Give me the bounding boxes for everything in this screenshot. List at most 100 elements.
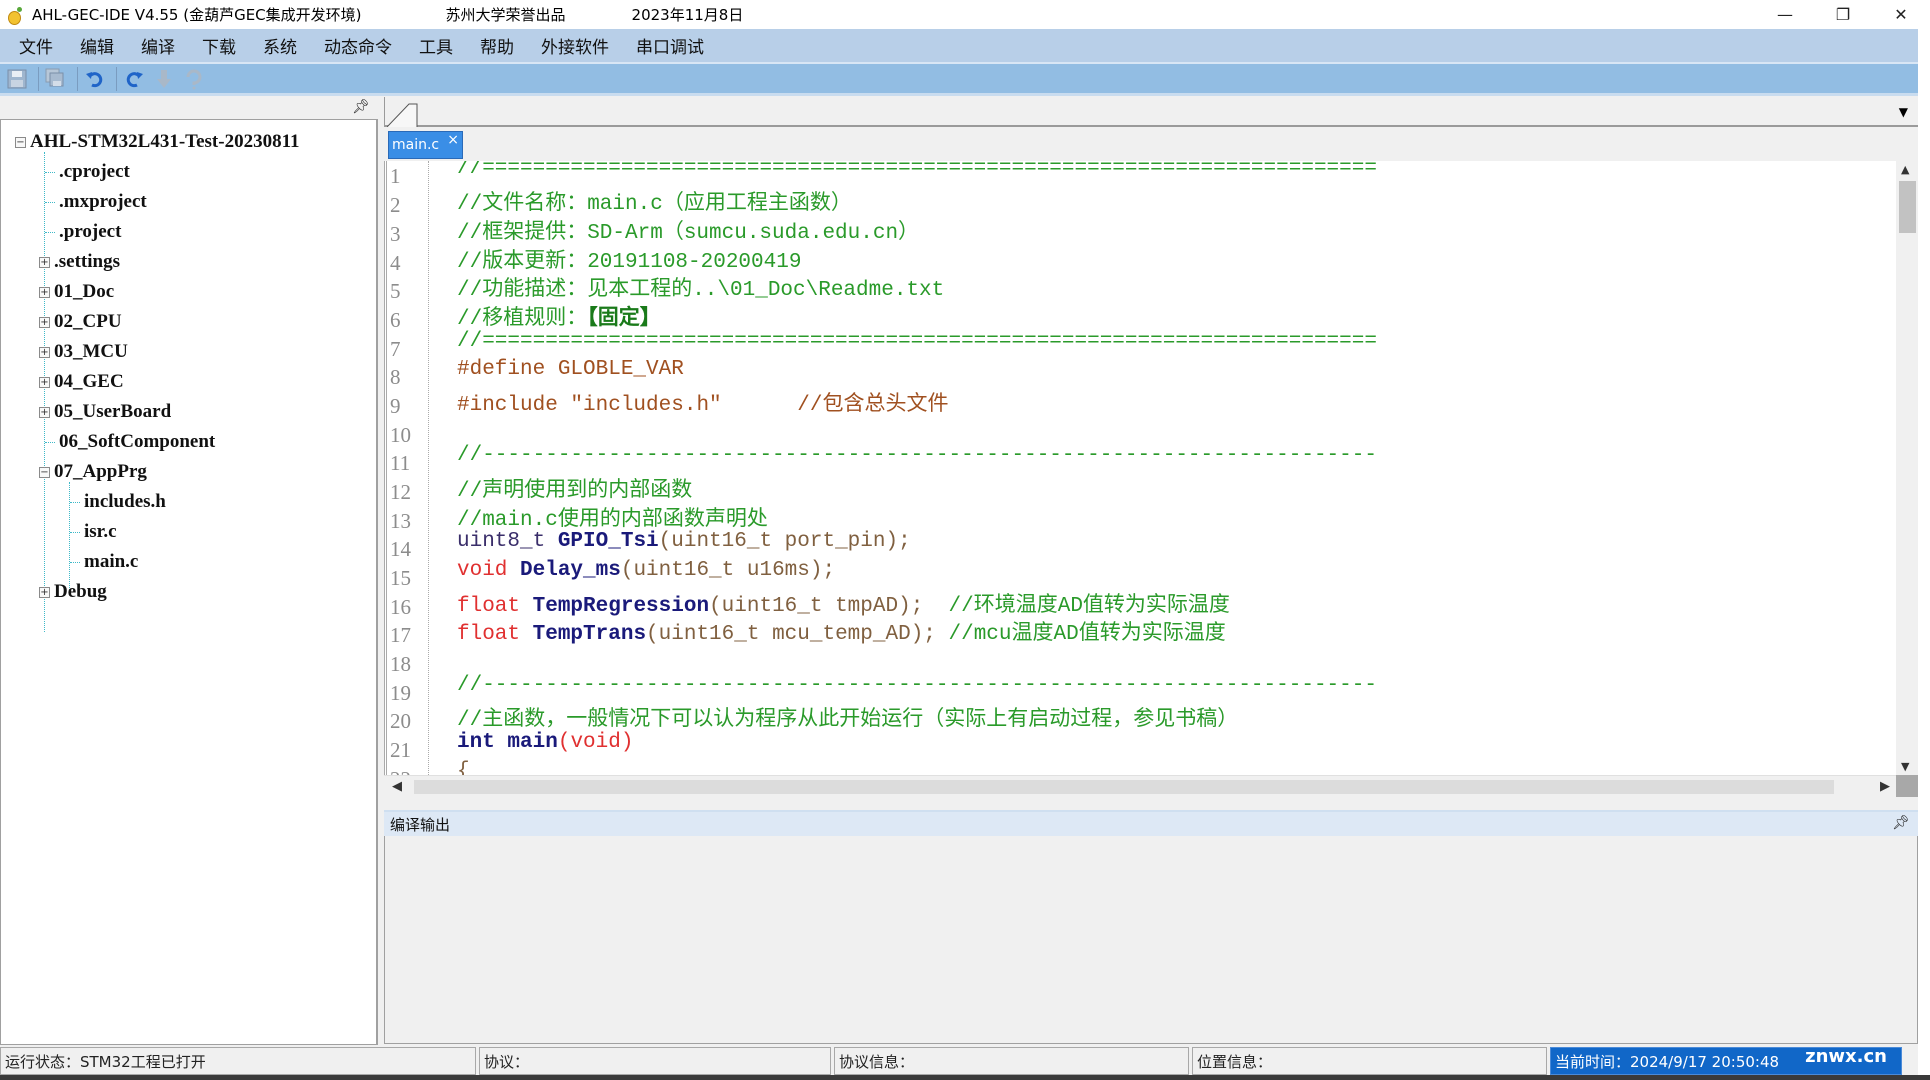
menu-file[interactable]: 文件: [19, 33, 53, 58]
menu-edit[interactable]: 编辑: [80, 33, 114, 58]
menu-compile[interactable]: 编译: [141, 33, 175, 58]
collapse-icon[interactable]: −: [39, 466, 50, 478]
tree-item[interactable]: .cproject: [45, 158, 130, 186]
expand-icon[interactable]: +: [39, 406, 50, 418]
params-token: (uint16_t mcu_temp_AD);: [646, 623, 949, 646]
tree-item[interactable]: 06_SoftComponent: [45, 428, 215, 456]
toolbar-separator: [116, 66, 117, 91]
code-line-5: //功能描述：见本工程的..\01_Doc\Readme.txt: [457, 279, 945, 302]
tree-root-label: AHL-STM32L431-Test-20230811: [30, 131, 300, 152]
scroll-left-icon[interactable]: ◀: [392, 779, 402, 794]
tree-item[interactable]: + 01_Doc: [39, 278, 114, 306]
tree-item[interactable]: + Debug: [39, 578, 107, 606]
line-number: 3: [390, 222, 401, 246]
tree-item-label: main.c: [84, 551, 139, 572]
scroll-up-icon[interactable]: ▲: [1901, 163, 1909, 176]
tree-root[interactable]: − AHL-STM32L431-Test-20230811: [15, 128, 300, 156]
line-number: 16: [390, 595, 411, 619]
undo-button[interactable]: [82, 66, 108, 92]
tree-item[interactable]: includes.h: [70, 488, 166, 516]
editor-panel: ▼ main.c × 1 2 3 4 5 6 7 8 9 10 11 12 13…: [384, 97, 1918, 807]
save-all-button[interactable]: [43, 66, 69, 92]
horizontal-scroll-thumb[interactable]: [414, 780, 1834, 794]
line-number: 20: [390, 709, 411, 733]
minimize-button[interactable]: —: [1756, 0, 1814, 29]
expand-icon[interactable]: +: [39, 286, 50, 298]
code-editor[interactable]: 1 2 3 4 5 6 7 8 9 10 11 12 13 14 15 16 1…: [384, 161, 1918, 775]
vertical-scrollbar[interactable]: ▲ ▼: [1896, 161, 1918, 775]
undo-icon: [86, 71, 103, 87]
tree-item[interactable]: + 05_UserBoard: [39, 398, 171, 426]
app-gourd-icon: [6, 6, 24, 25]
scroll-down-icon[interactable]: ▼: [1901, 760, 1909, 773]
menu-help[interactable]: 帮助: [480, 33, 514, 58]
menu-dynamic-command[interactable]: 动态命令: [324, 33, 392, 58]
tree-item[interactable]: isr.c: [70, 518, 117, 546]
tree-item-label: isr.c: [84, 521, 117, 542]
pin-icon[interactable]: 📌︎: [352, 99, 370, 115]
redo-button[interactable]: [121, 66, 147, 92]
close-tab-icon[interactable]: ×: [447, 132, 459, 148]
tree-item[interactable]: + 04_GEC: [39, 368, 124, 396]
status-position-info: 位置信息：: [1192, 1047, 1547, 1075]
menu-system[interactable]: 系统: [263, 33, 297, 58]
compile-output-text[interactable]: [384, 836, 1918, 1044]
save-button[interactable]: [4, 66, 30, 92]
tree-item-label: includes.h: [84, 491, 166, 512]
save-all-icon: [45, 68, 64, 86]
tab-main-c[interactable]: main.c ×: [388, 131, 463, 159]
line-number: 1: [390, 164, 401, 188]
document-tab-icon[interactable]: [387, 101, 419, 127]
project-panel: 📌︎ − AHL-STM32L431-Test-20230811 .cproje…: [0, 97, 380, 1045]
menu-download[interactable]: 下载: [202, 33, 236, 58]
scroll-corner: [1896, 775, 1918, 797]
line-number: 15: [390, 566, 411, 590]
line-number: 4: [390, 251, 401, 275]
line-number: 17: [390, 623, 411, 647]
expand-icon[interactable]: +: [39, 346, 50, 358]
horizontal-scrollbar[interactable]: ◀ ▶: [384, 775, 1896, 797]
expand-icon[interactable]: +: [39, 586, 50, 598]
restore-button[interactable]: ❐: [1814, 0, 1872, 29]
menu-serial-debug[interactable]: 串口调试: [636, 33, 704, 58]
code-line-19: //--------------------------------------…: [457, 674, 1377, 697]
tree-item[interactable]: .mxproject: [45, 188, 147, 216]
tree-item[interactable]: main.c: [70, 548, 138, 576]
code-line-14: uint8_t GPIO_Tsi(uint16_t port_pin);: [457, 530, 911, 553]
collapse-icon[interactable]: −: [15, 136, 26, 148]
menu-external-software[interactable]: 外接软件: [541, 33, 609, 58]
comment-text: //mcu温度AD值转为实际温度: [948, 623, 1226, 646]
close-button[interactable]: ✕: [1872, 0, 1930, 29]
vertical-scroll-thumb[interactable]: [1899, 181, 1916, 233]
app-title: AHL-GEC-IDE V4.55 (金葫芦GEC集成开发环境): [32, 6, 362, 24]
menu-tools[interactable]: 工具: [419, 33, 453, 58]
status-bar: 运行状态：STM32工程已打开 协议： 协议信息： 位置信息： 当前时间：202…: [0, 1046, 1918, 1075]
bottom-edge: [0, 1075, 1930, 1080]
download-button[interactable]: [151, 66, 177, 92]
line-number: 13: [390, 509, 411, 533]
tree-item-label: 01_Doc: [54, 281, 115, 302]
save-icon: [7, 69, 27, 88]
scroll-right-icon[interactable]: ▶: [1880, 779, 1890, 794]
refresh-button[interactable]: [181, 66, 207, 92]
output-panel-header: 编译输出 📌︎: [384, 810, 1918, 836]
tree-connector: [70, 501, 80, 503]
tree-item-label: .project: [59, 221, 122, 242]
document-tabstrip: ▼: [384, 97, 1918, 127]
line-number-gutter: 1 2 3 4 5 6 7 8 9 10 11 12 13 14 15 16 1…: [387, 161, 429, 775]
tree-item[interactable]: + 02_CPU: [39, 308, 122, 336]
tree-item[interactable]: .project: [45, 218, 121, 246]
code-line-6: //移植规则：【固定】: [457, 301, 661, 331]
tree-item[interactable]: + 03_MCU: [39, 338, 128, 366]
status-protocol-info: 协议信息：: [834, 1047, 1189, 1075]
tab-list-dropdown-icon[interactable]: ▼: [1899, 105, 1908, 119]
tree-item[interactable]: − 07_AppPrg: [39, 458, 147, 486]
expand-icon[interactable]: +: [39, 316, 50, 328]
tree-item[interactable]: + .settings: [39, 248, 120, 276]
pin-icon[interactable]: 📌︎: [1892, 815, 1910, 831]
expand-icon[interactable]: +: [39, 376, 50, 388]
status-current-time: 当前时间：2024/9/17 20:50:48 znwx.cn: [1550, 1046, 1902, 1075]
toolbar: [0, 64, 1930, 96]
code-line-8: #define GLOBLE_VAR: [457, 358, 684, 381]
expand-icon[interactable]: +: [39, 256, 50, 268]
